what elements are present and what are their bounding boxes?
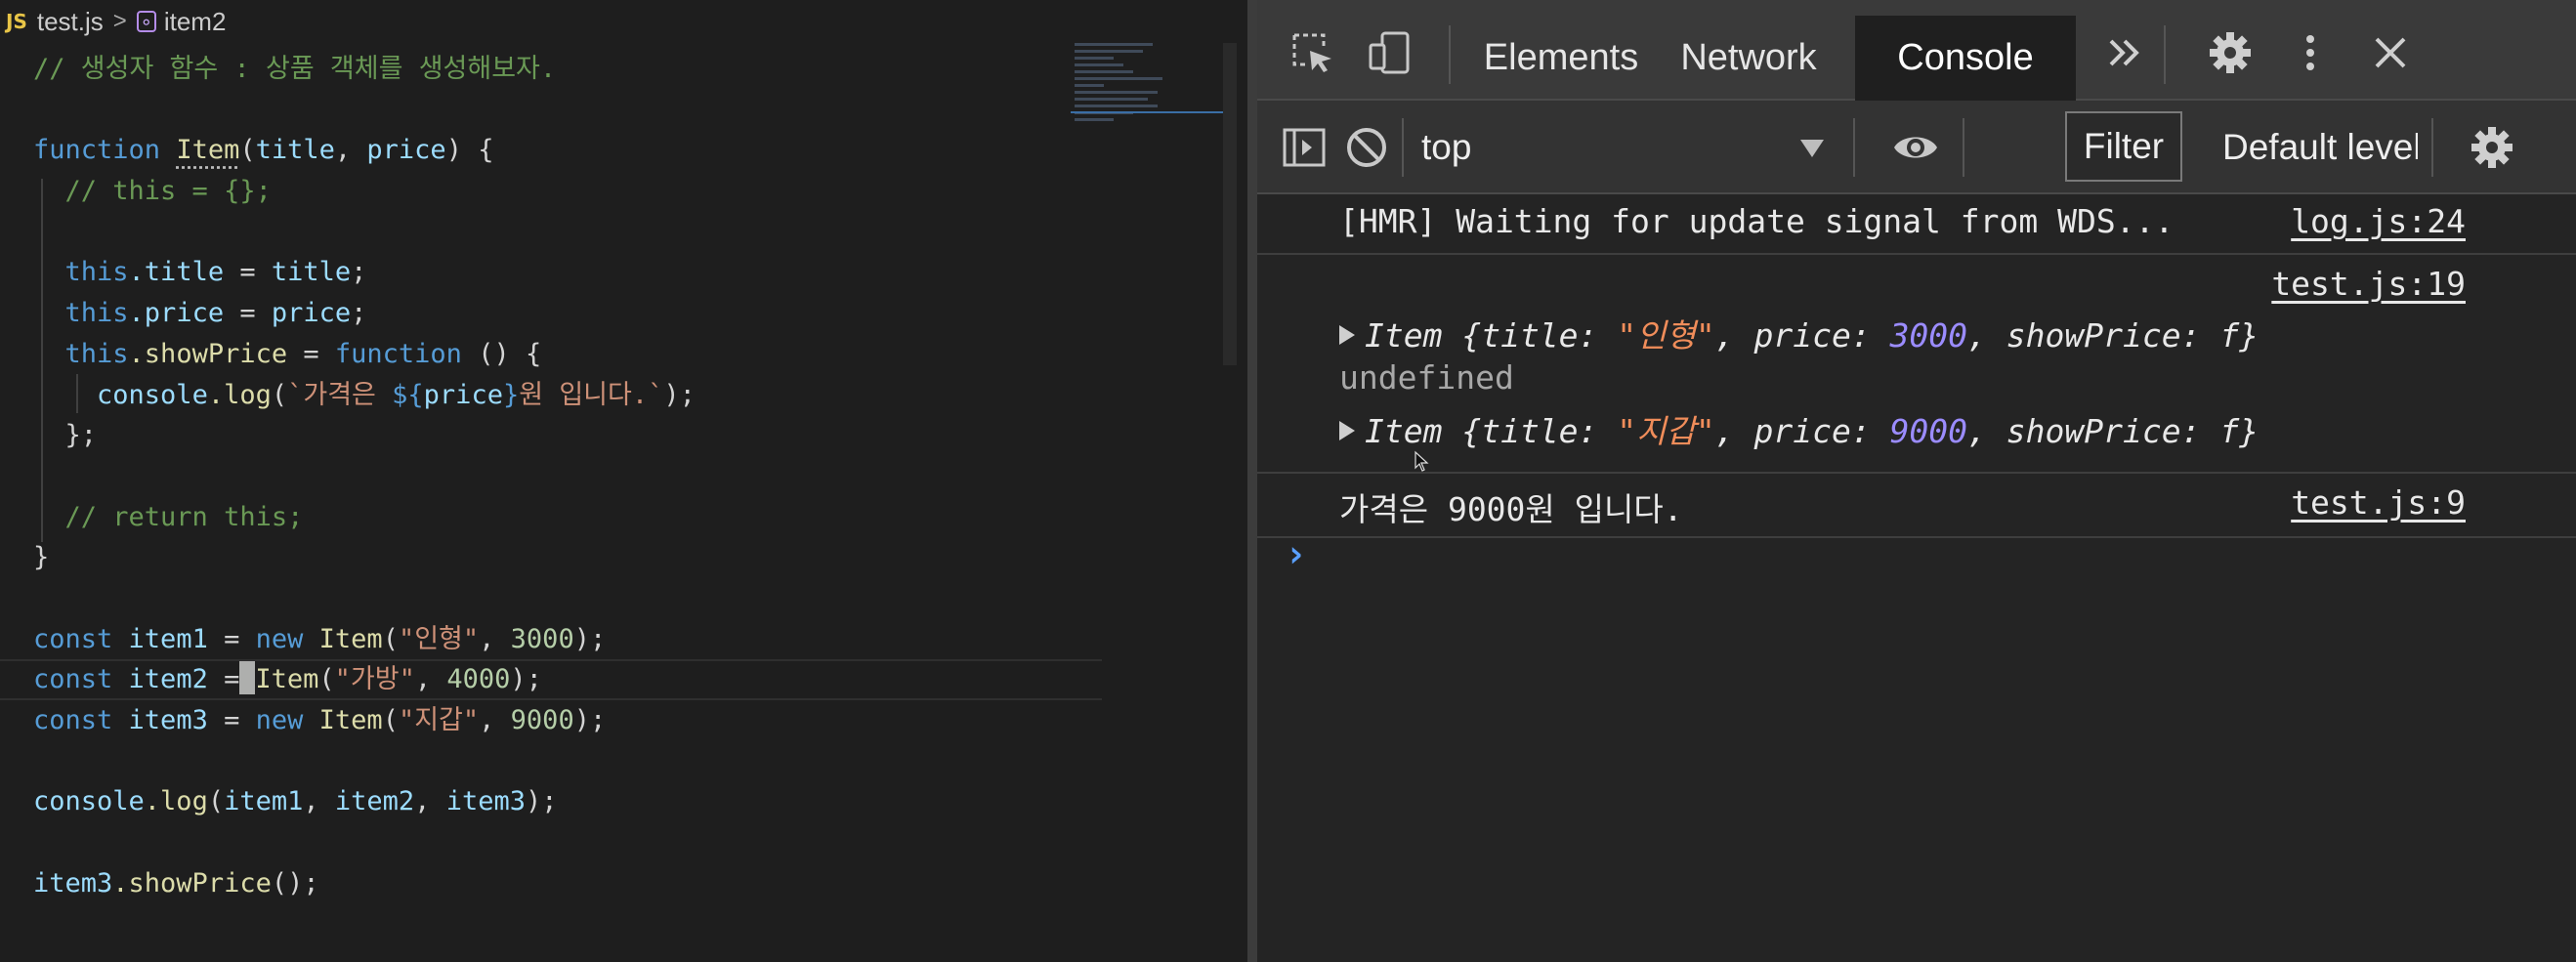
code-area[interactable]: // 생성자 함수 : 상품 객체를 생성해보자. function Item(… xyxy=(0,49,1102,903)
console-toolbar: top Filter Default levels xyxy=(1257,101,2576,194)
screen: JS test.js > ∘ item2 // 생성자 함수 : 상품 객체를 … xyxy=(0,0,2576,962)
gear-icon[interactable] xyxy=(2207,29,2254,76)
undefined-value: undefined xyxy=(1339,358,1514,397)
code-line: }; xyxy=(64,420,98,451)
object-preview[interactable]: Item {title: "인형", price: 3000, showPric… xyxy=(1339,310,2259,356)
breadcrumb-file[interactable]: test.js xyxy=(37,7,104,37)
console-message: 가격은 9000원 입니다. test.js:9 xyxy=(1257,474,2576,538)
expand-triangle-icon[interactable] xyxy=(1339,420,1355,440)
object-preview[interactable]: Item {title: "지갑", price: 9000, showPric… xyxy=(1339,405,2259,452)
breadcrumb: JS test.js > ∘ item2 xyxy=(0,0,1247,43)
breadcrumb-separator: > xyxy=(112,8,127,34)
code-line: console.log(`가격은 ${price}원 입니다.`); xyxy=(97,379,696,410)
code-line: // return this; xyxy=(64,501,304,532)
minimap-line xyxy=(1075,63,1123,66)
log-levels-dropdown[interactable]: Default levels xyxy=(2222,101,2418,194)
context-selector[interactable]: top xyxy=(1402,101,1789,194)
console-output[interactable]: [HMR] Waiting for update signal from WDS… xyxy=(1257,194,2576,962)
console-prompt[interactable]: › xyxy=(1285,532,1307,575)
filter-input[interactable]: Filter xyxy=(2065,111,2182,182)
breadcrumb-symbol[interactable]: item2 xyxy=(164,7,227,37)
toolbar-separator xyxy=(1449,25,1451,84)
console-message: test.js:19 Item {title: "인형", price: 300… xyxy=(1257,255,2576,474)
text-cursor xyxy=(239,660,256,694)
source-link[interactable]: test.js:19 xyxy=(2271,265,2466,303)
mouse-cursor-icon xyxy=(1415,450,1429,472)
code-line: console.log(item1, item2, item3); xyxy=(33,786,558,817)
code-editor[interactable]: JS test.js > ∘ item2 // 생성자 함수 : 상품 객체를 … xyxy=(0,0,1247,962)
device-toolbar-icon[interactable] xyxy=(1367,29,1414,76)
code-line: } xyxy=(33,542,50,573)
minimap-line xyxy=(1075,118,1114,121)
console-settings-gear-icon[interactable] xyxy=(2469,124,2515,171)
clear-console-icon[interactable] xyxy=(1343,124,1390,171)
js-file-icon: JS xyxy=(6,10,27,33)
minimap-line xyxy=(1075,98,1148,101)
minimap-line xyxy=(1075,43,1153,46)
source-link[interactable]: log.js:24 xyxy=(2291,202,2466,240)
toolbar-separator xyxy=(2164,25,2166,84)
minimap-line xyxy=(1075,91,1158,94)
console-message: [HMR] Waiting for update signal from WDS… xyxy=(1257,194,2576,255)
eye-icon[interactable] xyxy=(1892,124,1939,171)
editor-scrollbar[interactable] xyxy=(1223,43,1237,365)
close-icon[interactable] xyxy=(2367,29,2414,76)
code-line: // this = {}; xyxy=(64,176,272,207)
minimap-line xyxy=(1075,70,1133,73)
minimap-line xyxy=(1075,57,1114,60)
code-line: this.showPrice = function () { xyxy=(64,338,542,369)
sidebar-toggle-icon[interactable] xyxy=(1281,124,1328,171)
tab-network[interactable]: Network xyxy=(1666,16,1832,101)
dropdown-arrow-icon xyxy=(1800,140,1824,157)
context-selector-value: top xyxy=(1421,127,1472,167)
expand-triangle-icon[interactable] xyxy=(1339,324,1355,345)
toolbar-separator xyxy=(2431,118,2433,177)
code-line: function Item(title, price) { xyxy=(33,135,494,166)
inspect-element-icon[interactable] xyxy=(1288,29,1335,76)
minimap-line xyxy=(1075,105,1158,107)
code-line: // 생성자 함수 : 상품 객체를 생성해보자. xyxy=(33,54,557,84)
code-line: item3.showPrice(); xyxy=(33,867,319,899)
devtools-tabbar: Elements Network Console xyxy=(1257,0,2576,101)
toolbar-separator xyxy=(1963,118,1964,177)
pane-divider[interactable] xyxy=(1247,0,1257,962)
minimap-line xyxy=(1075,50,1143,53)
console-message-text: 가격은 9000원 입니다. xyxy=(1339,490,1683,528)
console-message-text: [HMR] Waiting for update signal from WDS… xyxy=(1339,202,2175,240)
minimap-line xyxy=(1075,84,1104,87)
minimap-line xyxy=(1075,77,1162,80)
code-line: this.title = title; xyxy=(64,257,367,288)
code-line: const item3 = new Item("지갑", 9000); xyxy=(33,705,607,735)
source-link[interactable]: test.js:9 xyxy=(2291,483,2466,522)
toolbar-separator xyxy=(1853,118,1855,177)
more-vertical-icon[interactable] xyxy=(2287,29,2334,76)
symbol-variable-icon: ∘ xyxy=(136,11,156,32)
chevron-double-right-icon[interactable] xyxy=(2101,29,2148,76)
tab-elements[interactable]: Elements xyxy=(1478,16,1644,101)
code-line-current: const item2 = Item("가방", 4000); xyxy=(0,659,1102,700)
code-line: const item1 = new Item("인형", 3000); xyxy=(33,623,607,654)
tab-console[interactable]: Console xyxy=(1855,16,2076,101)
minimap[interactable] xyxy=(1071,43,1225,160)
devtools-panel: Elements Network Console top Filter Defa… xyxy=(1257,0,2576,962)
code-line: this.price = price; xyxy=(64,298,367,329)
minimap-current-line xyxy=(1071,111,1225,113)
